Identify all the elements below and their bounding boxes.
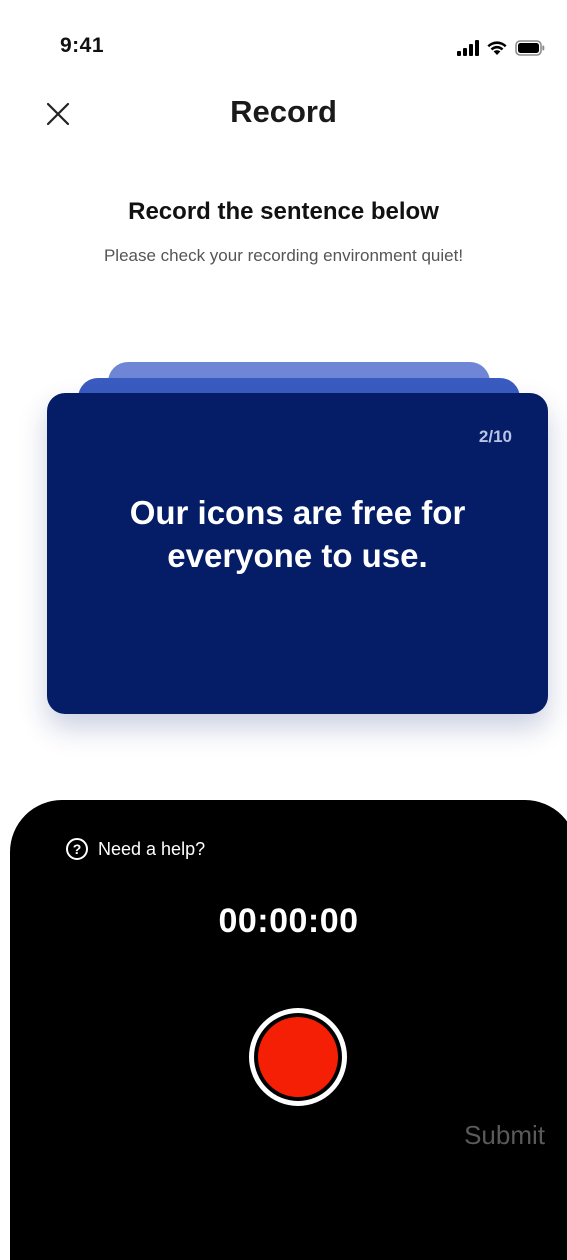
help-link[interactable]: ? Need a help? bbox=[66, 838, 205, 860]
help-label: Need a help? bbox=[98, 838, 206, 859]
battery-icon bbox=[515, 40, 545, 56]
record-button[interactable] bbox=[249, 1008, 347, 1106]
card-sentence: Our icons are free for everyone to use. bbox=[129, 494, 466, 574]
question-circle-icon: ? bbox=[66, 838, 88, 860]
header: Record bbox=[0, 80, 567, 150]
card-counter: 2/10 bbox=[478, 427, 512, 446]
instruction-subtitle: Please check your recording environment … bbox=[103, 246, 464, 265]
status-bar: 9:41 bbox=[0, 0, 567, 90]
status-time: 9:41 bbox=[60, 34, 105, 57]
wifi-icon bbox=[486, 39, 508, 56]
record-button-ring bbox=[254, 1013, 342, 1101]
recorder-panel: ? Need a help? 00:00:00 Submit bbox=[10, 800, 567, 1260]
signal-icon bbox=[457, 40, 479, 56]
sentence-card[interactable]: 2/10 Our icons are free for everyone to … bbox=[47, 393, 548, 714]
record-icon bbox=[258, 1017, 338, 1097]
submit-button[interactable]: Submit bbox=[464, 1120, 545, 1151]
page-title: Record bbox=[230, 94, 337, 129]
recording-timer: 00:00:00 bbox=[218, 902, 359, 940]
status-icons bbox=[457, 36, 545, 56]
instruction-title: Record the sentence below bbox=[128, 198, 439, 225]
